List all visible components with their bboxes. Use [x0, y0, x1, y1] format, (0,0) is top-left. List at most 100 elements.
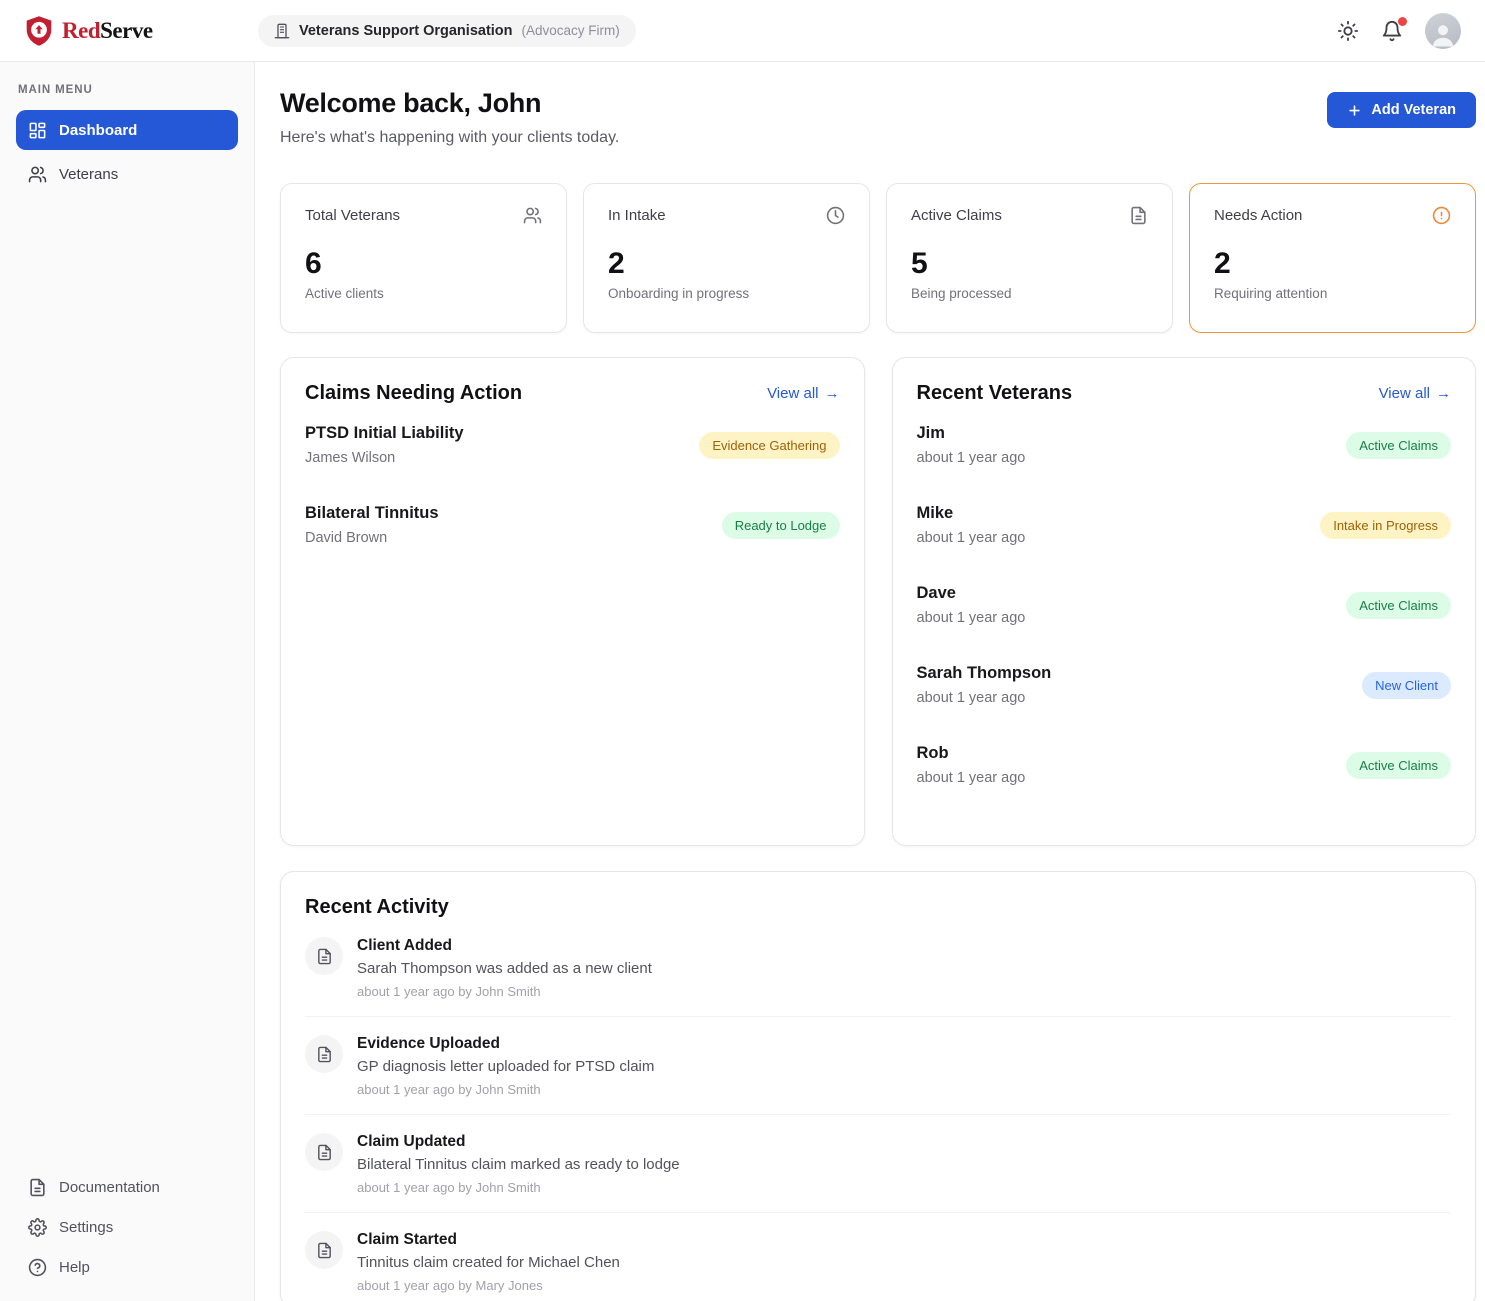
page-title: Welcome back, John	[280, 88, 619, 119]
sidebar-item-dashboard[interactable]: Dashboard	[16, 110, 238, 150]
sidebar-item-label: Help	[59, 1259, 90, 1276]
stat-value: 2	[1214, 247, 1451, 281]
panel-title: Recent Activity	[305, 896, 1451, 919]
claim-person: David Brown	[305, 530, 439, 546]
sidebar-footer: Documentation Settings Help	[16, 1167, 238, 1291]
sidebar-item-veterans[interactable]: Veterans	[16, 154, 238, 194]
theme-toggle-sun-icon[interactable]	[1337, 20, 1359, 42]
activity-description: GP diagnosis letter uploaded for PTSD cl…	[357, 1058, 654, 1075]
veteran-name: Sarah Thompson	[917, 664, 1052, 683]
veteran-time: about 1 year ago	[917, 530, 1026, 546]
notifications-button[interactable]	[1381, 20, 1403, 42]
document-icon	[28, 1178, 47, 1197]
brand-logo: RedServe	[24, 15, 240, 47]
recent-veterans-panel: Recent Veterans View all→ Jim about 1 ye…	[892, 357, 1477, 846]
organisation-switcher[interactable]: Veterans Support Organisation (Advocacy …	[258, 15, 636, 47]
veteran-row[interactable]: Sarah Thompson about 1 year ago New Clie…	[917, 645, 1452, 725]
veteran-row[interactable]: Rob about 1 year ago Active Claims	[917, 725, 1452, 805]
activity-item: Client Added Sarah Thompson was added as…	[305, 919, 1451, 1017]
brand-name: RedServe	[62, 18, 153, 44]
veteran-row[interactable]: Mike about 1 year ago Intake in Progress	[917, 485, 1452, 565]
plus-icon	[1347, 103, 1362, 118]
activity-document-icon	[305, 937, 343, 975]
status-badge: Intake in Progress	[1320, 512, 1451, 539]
app-header: RedServe Veterans Support Organisation (…	[0, 0, 1485, 62]
activity-item: Evidence Uploaded GP diagnosis letter up…	[305, 1017, 1451, 1115]
document-icon	[1129, 206, 1148, 225]
stat-title: Active Claims	[911, 207, 1002, 224]
panel-title: Claims Needing Action	[305, 382, 522, 405]
sidebar-item-label: Veterans	[59, 166, 118, 183]
veteran-time: about 1 year ago	[917, 610, 1026, 626]
recent-activity-panel: Recent Activity Client Added Sarah Thomp…	[280, 871, 1476, 1301]
veteran-name: Mike	[917, 504, 1026, 523]
status-badge: Active Claims	[1346, 752, 1451, 779]
activity-item: Claim Updated Bilateral Tinnitus claim m…	[305, 1115, 1451, 1213]
user-avatar[interactable]	[1425, 13, 1461, 49]
activity-description: Sarah Thompson was added as a new client	[357, 960, 652, 977]
users-icon	[28, 165, 47, 184]
claim-person: James Wilson	[305, 450, 464, 466]
page-subtitle: Here's what's happening with your client…	[280, 129, 619, 147]
activity-description: Bilateral Tinnitus claim marked as ready…	[357, 1156, 680, 1173]
veterans-view-all-link[interactable]: View all→	[1379, 385, 1451, 402]
panel-title: Recent Veterans	[917, 382, 1073, 405]
stat-title: Needs Action	[1214, 207, 1302, 224]
claim-title: PTSD Initial Liability	[305, 424, 464, 443]
sidebar-item-help[interactable]: Help	[16, 1247, 238, 1287]
status-badge: Evidence Gathering	[699, 432, 839, 459]
add-veteran-button[interactable]: Add Veteran	[1327, 92, 1476, 128]
activity-document-icon	[305, 1231, 343, 1269]
arrow-right-icon: →	[1436, 385, 1451, 402]
stat-value: 2	[608, 247, 845, 281]
sidebar-item-label: Settings	[59, 1219, 113, 1236]
status-badge: Active Claims	[1346, 592, 1451, 619]
stat-subtitle: Active clients	[305, 286, 542, 301]
notification-dot	[1398, 17, 1407, 26]
status-badge: Ready to Lodge	[722, 512, 840, 539]
veteran-name: Jim	[917, 424, 1026, 443]
activity-meta: about 1 year ago by Mary Jones	[357, 1278, 620, 1293]
dashboard-grid-icon	[28, 121, 47, 140]
organisation-name: Veterans Support Organisation	[299, 23, 513, 39]
stat-card-total-veterans: Total Veterans 6 Active clients	[280, 183, 567, 333]
stat-title: In Intake	[608, 207, 666, 224]
gear-icon	[28, 1218, 47, 1237]
stat-title: Total Veterans	[305, 207, 400, 224]
main-content: Welcome back, John Here's what's happeni…	[255, 62, 1485, 1301]
add-veteran-label: Add Veteran	[1371, 102, 1456, 118]
status-badge: Active Claims	[1346, 432, 1451, 459]
stat-subtitle: Requiring attention	[1214, 286, 1451, 301]
veteran-time: about 1 year ago	[917, 770, 1026, 786]
stat-subtitle: Being processed	[911, 286, 1148, 301]
stat-value: 5	[911, 247, 1148, 281]
organisation-type: (Advocacy Firm)	[522, 23, 620, 38]
claim-row[interactable]: Bilateral Tinnitus David Brown Ready to …	[305, 485, 840, 565]
claims-needing-action-panel: Claims Needing Action View all→ PTSD Ini…	[280, 357, 865, 846]
sidebar-item-documentation[interactable]: Documentation	[16, 1167, 238, 1207]
activity-document-icon	[305, 1035, 343, 1073]
stats-row: Total Veterans 6 Active clients In Intak…	[280, 183, 1476, 333]
stat-value: 6	[305, 247, 542, 281]
activity-title: Client Added	[357, 937, 652, 955]
claims-view-all-link[interactable]: View all→	[767, 385, 839, 402]
veteran-row[interactable]: Jim about 1 year ago Active Claims	[917, 405, 1452, 485]
sidebar-item-settings[interactable]: Settings	[16, 1207, 238, 1247]
claim-title: Bilateral Tinnitus	[305, 504, 439, 523]
activity-title: Evidence Uploaded	[357, 1035, 654, 1053]
veteran-name: Dave	[917, 584, 1026, 603]
users-icon	[523, 206, 542, 225]
arrow-right-icon: →	[825, 385, 840, 402]
stat-card-active-claims: Active Claims 5 Being processed	[886, 183, 1173, 333]
sidebar: MAIN MENU Dashboard Veterans Documentati…	[0, 62, 255, 1301]
veteran-row[interactable]: Dave about 1 year ago Active Claims	[917, 565, 1452, 645]
activity-meta: about 1 year ago by John Smith	[357, 1082, 654, 1097]
activity-title: Claim Started	[357, 1231, 620, 1249]
sidebar-section-label: MAIN MENU	[18, 84, 238, 96]
alert-circle-icon	[1432, 206, 1451, 225]
activity-title: Claim Updated	[357, 1133, 680, 1151]
clock-icon	[826, 206, 845, 225]
help-circle-icon	[28, 1258, 47, 1277]
claim-row[interactable]: PTSD Initial Liability James Wilson Evid…	[305, 405, 840, 485]
stat-subtitle: Onboarding in progress	[608, 286, 845, 301]
